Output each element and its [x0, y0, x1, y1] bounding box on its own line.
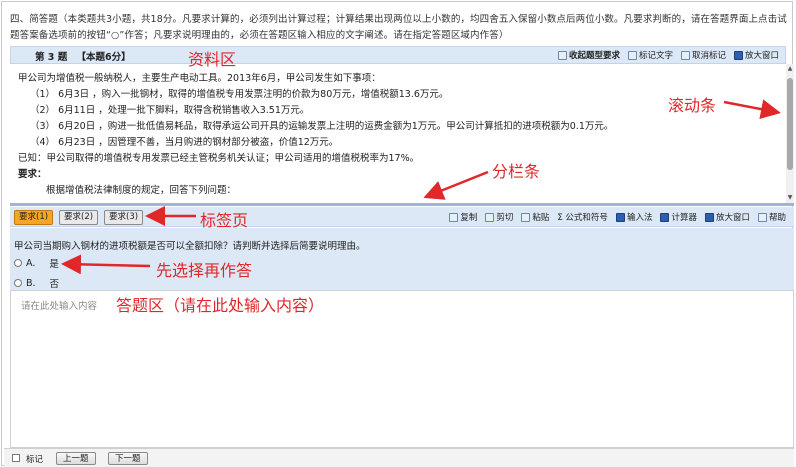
answer-toolbar: 复制 剪切 粘贴 Σ 公式和符号 输入法 计算器 放大窗口 帮助 [449, 211, 786, 223]
radio-icon[interactable] [14, 259, 22, 267]
question-number: 第 3 题 [35, 52, 68, 63]
section-instructions: 四、简答题（本类题共3小题，共18分。凡要求计算的，必须列出计算过程；计算结果出… [10, 14, 787, 41]
enlarge-icon [704, 212, 714, 222]
material-line: （4） 6月23日 ，因管理不善，当月购进的钢材部分被盗，价值12万元。 [30, 137, 339, 148]
question-score: 【本题6分】 [76, 52, 131, 63]
cut-button[interactable]: 剪切 [485, 211, 513, 223]
copy-button[interactable]: 复制 [449, 211, 477, 223]
next-question-button[interactable]: 下一题 [108, 452, 148, 465]
mark-label: 标记 [26, 455, 44, 465]
pane-splitter[interactable] [10, 203, 794, 206]
prev-question-button[interactable]: 上一题 [56, 452, 96, 465]
formula-button[interactable]: Σ 公式和符号 [557, 211, 608, 223]
unmark-button[interactable]: 取消标记 [680, 49, 726, 61]
help-button[interactable]: 帮助 [757, 211, 786, 223]
annotation-answer-zone: 答题区（请在此处输入内容） [116, 296, 325, 315]
sub-question-text: 甲公司当期购入钢材的进项税额是否可以全额扣除？请判断并选择后简要说明理由。 [14, 241, 366, 252]
option-a[interactable]: A. 是 [14, 256, 59, 270]
enlarge-window-button[interactable]: 放大窗口 [733, 49, 779, 61]
scroll-thumb[interactable] [787, 78, 793, 170]
scroll-down-icon[interactable]: ▼ [787, 195, 793, 201]
question-toolbar: 收起题型要求 标记文字 取消标记 放大窗口 [557, 49, 779, 61]
enlarge-answer-button[interactable]: 放大窗口 [704, 211, 750, 223]
input-method-button[interactable]: 输入法 [615, 211, 652, 223]
material-line: 甲公司为增值税一般纳税人，主要生产电动工具。2013年6月，甲公司发生如下事项： [18, 73, 381, 84]
requirement-heading: 要求： [18, 169, 47, 180]
annotation-scrollbar: 滚动条 [668, 96, 717, 115]
material-line: 已知：甲公司取得的增值税专用发票已经主管税务机关认证；甲公司适用的增值税税率为1… [18, 153, 420, 164]
enlarge-icon [733, 50, 743, 60]
tab-requirement-1[interactable]: 要求(1) [14, 210, 54, 225]
mark-text-button[interactable]: 标记文字 [627, 49, 673, 61]
calculator-button[interactable]: 计算器 [660, 211, 697, 223]
scissors-icon [485, 212, 495, 222]
collapse-icon [557, 50, 567, 60]
material-panel: 甲公司为增值税一般纳税人，主要生产电动工具。2013年6月，甲公司发生如下事项：… [10, 64, 786, 204]
sub-question-panel: 甲公司当期购入钢材的进项税额是否可以全额扣除？请判断并选择后简要说明理由。 A.… [10, 228, 794, 290]
material-line: （1） 6月3日 ，购入一批钢材，取得的增值税专用发票注明的价款为80万元，增值… [30, 89, 449, 100]
option-b[interactable]: B. 否 [14, 276, 59, 290]
paste-icon [521, 212, 531, 222]
material-scrollbar[interactable]: ▲ ▼ [786, 64, 794, 204]
paste-button[interactable]: 粘贴 [521, 211, 549, 223]
material-line: 根据增值税法律制度的规定，回答下列问题： [46, 185, 237, 196]
annotation-material-zone: 资料区 [188, 50, 237, 69]
copy-icon [449, 212, 459, 222]
calculator-icon [660, 212, 670, 222]
scroll-up-icon[interactable]: ▲ [787, 66, 793, 72]
answer-placeholder: 请在此处输入内容 [21, 301, 98, 312]
annotation-splitter: 分栏条 [492, 162, 541, 181]
answer-tabs-bar: 要求(1) 要求(2) 要求(3) 复制 剪切 粘贴 Σ 公式和符号 输入法 计… [10, 207, 794, 227]
footer-bar: 标记 上一题 下一题 [4, 448, 794, 467]
radio-icon[interactable] [14, 279, 22, 287]
help-icon [757, 212, 767, 222]
question-title: 第 3 题 【本题6分】 [35, 49, 131, 63]
eraser-icon [680, 50, 690, 60]
input-method-icon [615, 212, 625, 222]
tab-requirement-2[interactable]: 要求(2) [59, 210, 99, 225]
exam-window: 四、简答题（本类题共3小题，共18分。凡要求计算的，必须列出计算过程；计算结果出… [1, 1, 794, 467]
collapse-requirements-button[interactable]: 收起题型要求 [557, 49, 620, 61]
question-header-bar: 第 3 题 【本题6分】 收起题型要求 标记文字 取消标记 放大窗口 [10, 46, 786, 64]
tab-requirement-3[interactable]: 要求(3) [104, 210, 144, 225]
material-line: （2） 6月11日 ，处理一批下脚料，取得含税销售收入3.51万元。 [30, 105, 310, 116]
material-line: （3） 6月20日 ，购进一批低值易耗品，取得承运公司开具的运输发票上注明的运费… [30, 121, 614, 132]
highlight-icon [627, 50, 637, 60]
mark-checkbox[interactable] [12, 454, 20, 462]
annotation-tabs: 标签页 [200, 211, 249, 230]
annotation-choose-first: 先选择再作答 [156, 261, 253, 280]
